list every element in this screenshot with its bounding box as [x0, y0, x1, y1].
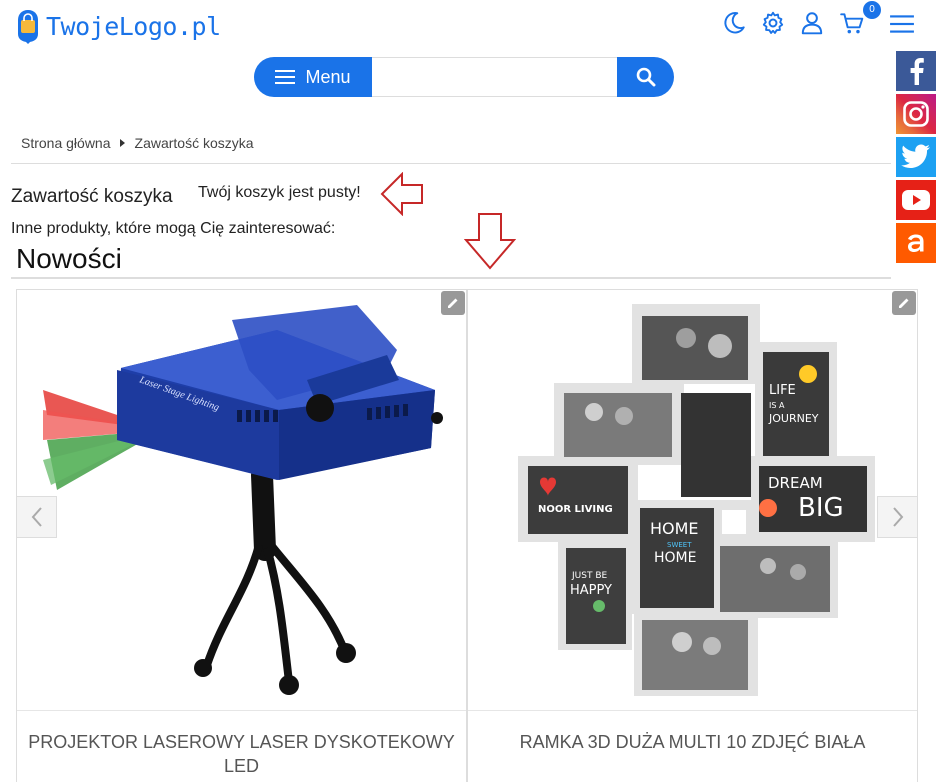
cart-count-badge: 0	[863, 1, 881, 19]
product-slider: Laser Stage Lighting PROJEKTOR LASEROWY …	[16, 289, 919, 782]
menu-button[interactable]: Menu	[254, 57, 372, 97]
divider	[11, 163, 891, 164]
annotation-arrow-left-icon	[380, 172, 423, 216]
search-icon	[636, 67, 655, 87]
allegro-link[interactable]	[896, 223, 936, 263]
search-button[interactable]	[617, 57, 674, 97]
cart-icon[interactable]	[839, 10, 865, 36]
product-card[interactable]: LIFE IS A JOURNEY NOOR LIVING HOME SWEET…	[467, 289, 918, 782]
product-name[interactable]: PROJEKTOR LASEROWY LASER DYSKOTEKOWY LED	[27, 730, 456, 778]
frame-text-journey: LIFE	[769, 383, 796, 398]
social-sidebar	[896, 51, 936, 266]
facebook-icon	[910, 58, 924, 85]
svg-text:HOME: HOME	[654, 550, 696, 566]
product-card[interactable]: Laser Stage Lighting PROJEKTOR LASEROWY …	[16, 289, 467, 782]
logo-text: TwojeLogo.pl	[46, 11, 221, 41]
cart-title: Zawartość koszyka	[11, 186, 173, 207]
chevron-left-icon	[31, 507, 42, 527]
allegro-icon	[908, 234, 924, 252]
svg-text:IS A: IS A	[769, 401, 785, 410]
frame-text-dream: DREAM	[768, 474, 823, 492]
user-icon[interactable]	[799, 10, 825, 36]
breadcrumb-home-link[interactable]: Strona główna	[21, 135, 111, 151]
slider-next-button[interactable]	[877, 496, 918, 538]
edit-pencil-button[interactable]	[441, 291, 465, 315]
laser-projector-image: Laser Stage Lighting	[43, 305, 443, 695]
youtube-icon	[902, 190, 930, 210]
hamburger-icon[interactable]	[889, 11, 915, 37]
svg-text:SWEET: SWEET	[667, 541, 692, 549]
gear-icon[interactable]	[760, 10, 786, 36]
instagram-icon	[903, 101, 929, 127]
product-image[interactable]: Laser Stage Lighting	[17, 290, 466, 711]
edit-pencil-button[interactable]	[892, 291, 916, 315]
other-products-label: Inne produkty, które mogą Cię zaintereso…	[11, 220, 336, 237]
site-header: TwojeLogo.pl 0	[0, 0, 936, 50]
svg-text:BIG: BIG	[798, 493, 844, 523]
frame-text-happy: JUST BE	[571, 571, 607, 581]
search-input[interactable]	[372, 57, 617, 97]
photo-frame-image: LIFE IS A JOURNEY NOOR LIVING HOME SWEET…	[518, 304, 875, 696]
slider-prev-button[interactable]	[16, 496, 57, 538]
pencil-icon	[899, 298, 909, 308]
section-divider	[11, 277, 891, 279]
product-image[interactable]: LIFE IS A JOURNEY NOOR LIVING HOME SWEET…	[468, 290, 917, 711]
product-name[interactable]: RAMKA 3D DUŻA MULTI 10 ZDJĘĆ BIAŁA	[478, 730, 907, 754]
svg-text:JOURNEY: JOURNEY	[768, 412, 819, 425]
twitter-icon	[901, 144, 930, 168]
search-bar: Menu	[254, 57, 674, 97]
pencil-icon	[448, 298, 458, 308]
shopping-bag-logo-icon	[18, 10, 38, 44]
frame-text-noor: NOOR LIVING	[538, 504, 613, 515]
annotation-arrow-down-icon	[464, 213, 516, 270]
instagram-link[interactable]	[896, 94, 936, 134]
breadcrumb-current[interactable]: Zawartość koszyka	[135, 135, 254, 151]
chevron-right-icon	[892, 507, 903, 527]
facebook-link[interactable]	[896, 51, 936, 91]
youtube-link[interactable]	[896, 180, 936, 220]
moon-icon[interactable]	[721, 10, 747, 36]
cart-empty-message: Twój koszyk jest pusty!	[198, 184, 361, 201]
section-title: Nowości	[16, 243, 122, 274]
site-logo[interactable]: TwojeLogo.pl	[12, 8, 221, 44]
breadcrumb: Strona główna Zawartość koszyka	[21, 135, 254, 151]
menu-button-label: Menu	[305, 66, 351, 87]
breadcrumb-separator-icon	[119, 139, 125, 147]
twitter-link[interactable]	[896, 137, 936, 177]
menu-hamburger-icon	[275, 70, 296, 84]
svg-text:HAPPY: HAPPY	[570, 583, 612, 598]
frame-text-home: HOME	[650, 519, 699, 538]
